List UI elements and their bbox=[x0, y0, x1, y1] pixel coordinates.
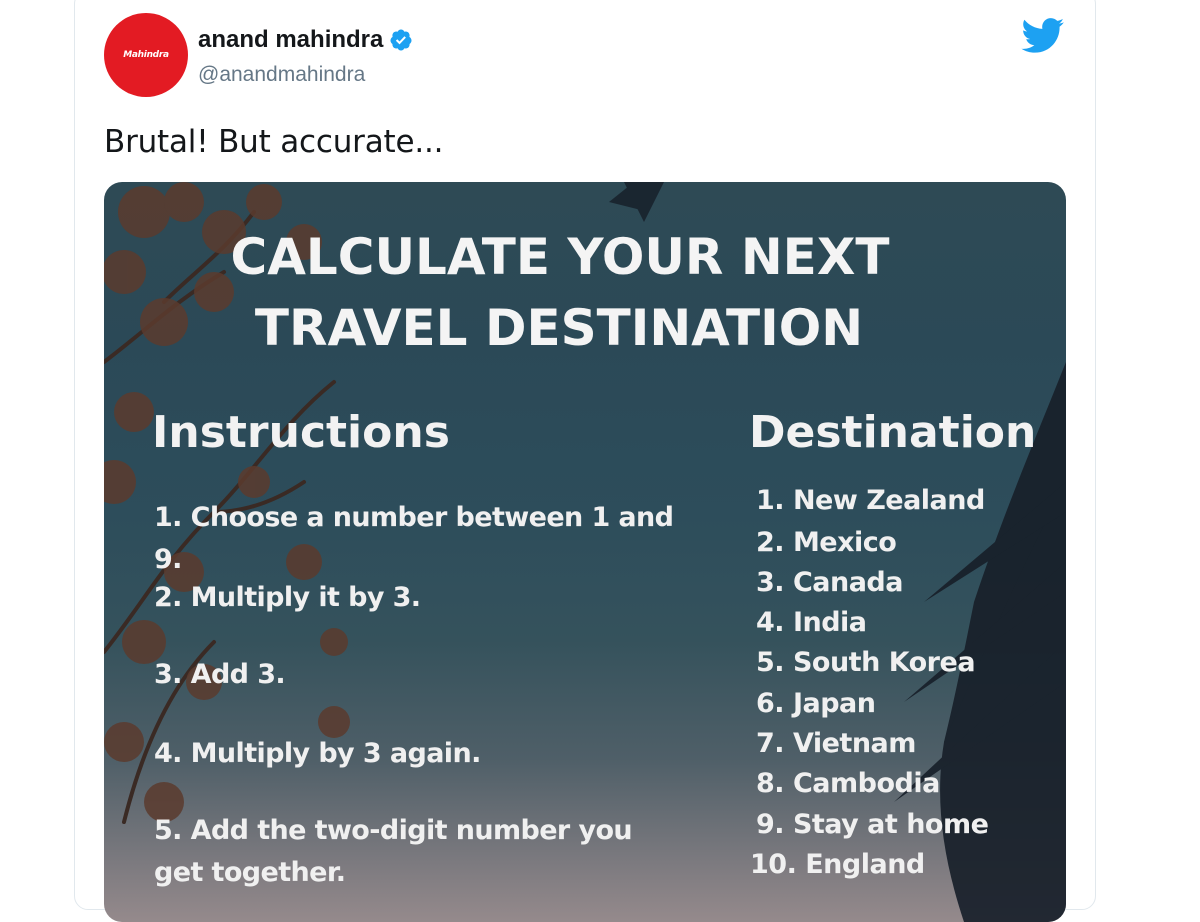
instruction-item: 5. Add the two-digit number you get toge… bbox=[154, 815, 633, 888]
verified-badge-icon bbox=[390, 29, 412, 51]
instructions-heading: Instructions bbox=[152, 407, 450, 458]
destination-item: 7. Vietnam bbox=[756, 728, 916, 759]
tweet-text: Brutal! But accurate... bbox=[104, 124, 444, 160]
destination-item: 4. India bbox=[756, 607, 867, 638]
author-handle[interactable]: @anandmahindra bbox=[198, 63, 365, 87]
twitter-bird-icon[interactable] bbox=[1021, 18, 1065, 54]
avatar[interactable]: Mahindra bbox=[104, 13, 188, 97]
destination-item: 6. Japan bbox=[756, 688, 876, 719]
destination-item: 9. Stay at home bbox=[756, 809, 989, 840]
poster-title-line2: TRAVEL DESTINATION bbox=[254, 299, 864, 357]
destination-item: 10. England bbox=[750, 849, 925, 880]
instruction-item: 2. Multiply it by 3. bbox=[154, 582, 421, 613]
instruction-item: 3. Add 3. bbox=[154, 659, 286, 690]
destination-item: 3. Canada bbox=[756, 567, 903, 598]
poster-title-line1: CALCULATE YOUR NEXT bbox=[230, 228, 890, 286]
instruction-item: 1. Choose a number between 1 and 9. bbox=[154, 502, 674, 575]
destination-item: 1. New Zealand bbox=[756, 485, 985, 516]
avatar-logo: Mahindra bbox=[123, 50, 169, 60]
destination-heading: Destination bbox=[749, 407, 1037, 458]
tweet-image[interactable]: CALCULATE YOUR NEXT TRAVEL DESTINATION I… bbox=[104, 182, 1066, 922]
destination-item: 5. South Korea bbox=[756, 647, 976, 678]
destination-item: 2. Mexico bbox=[756, 527, 897, 558]
instruction-item: 4. Multiply by 3 again. bbox=[154, 738, 481, 769]
author-display-name[interactable]: anand mahindra bbox=[198, 26, 383, 54]
destination-item: 8. Cambodia bbox=[756, 768, 940, 799]
author-name-row[interactable]: anand mahindra bbox=[198, 26, 413, 54]
